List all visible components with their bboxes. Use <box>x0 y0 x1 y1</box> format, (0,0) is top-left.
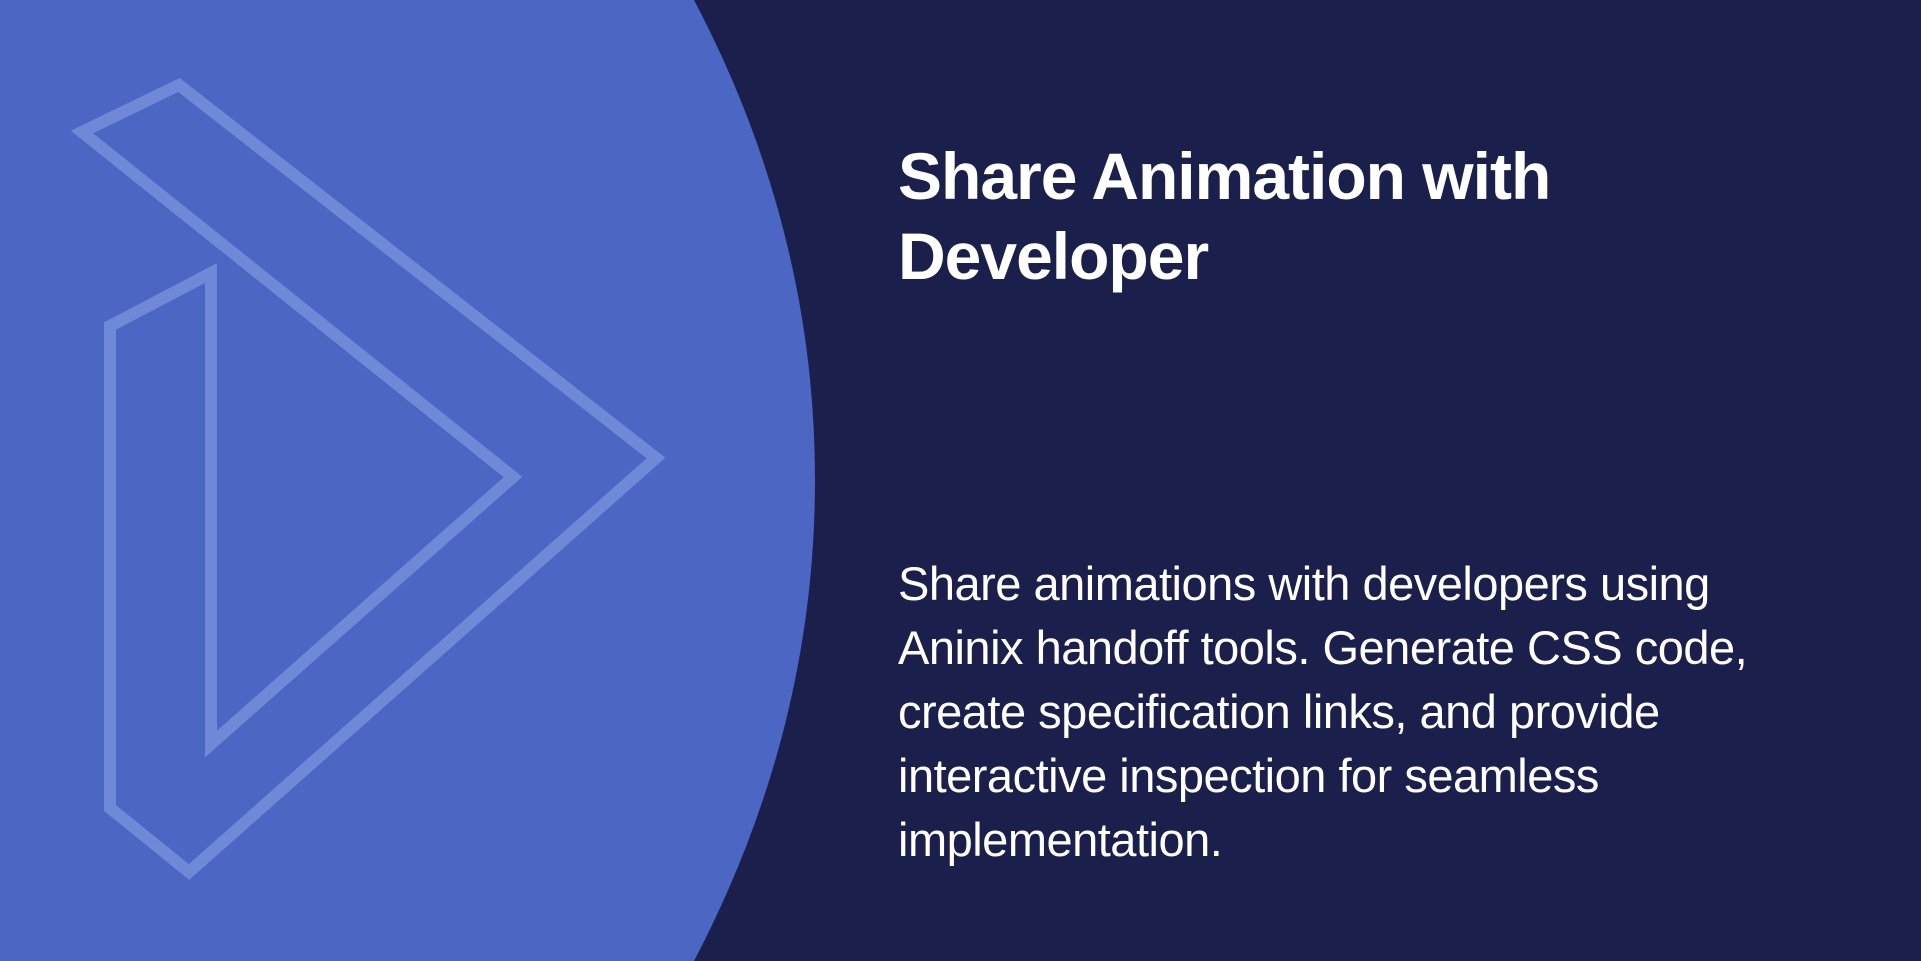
description-text: Share animations with developers using A… <box>898 557 1748 866</box>
page-title: Share Animation with Developer <box>898 139 1551 293</box>
hero-banner: Share Animation with Developer Share ani… <box>0 0 1921 961</box>
